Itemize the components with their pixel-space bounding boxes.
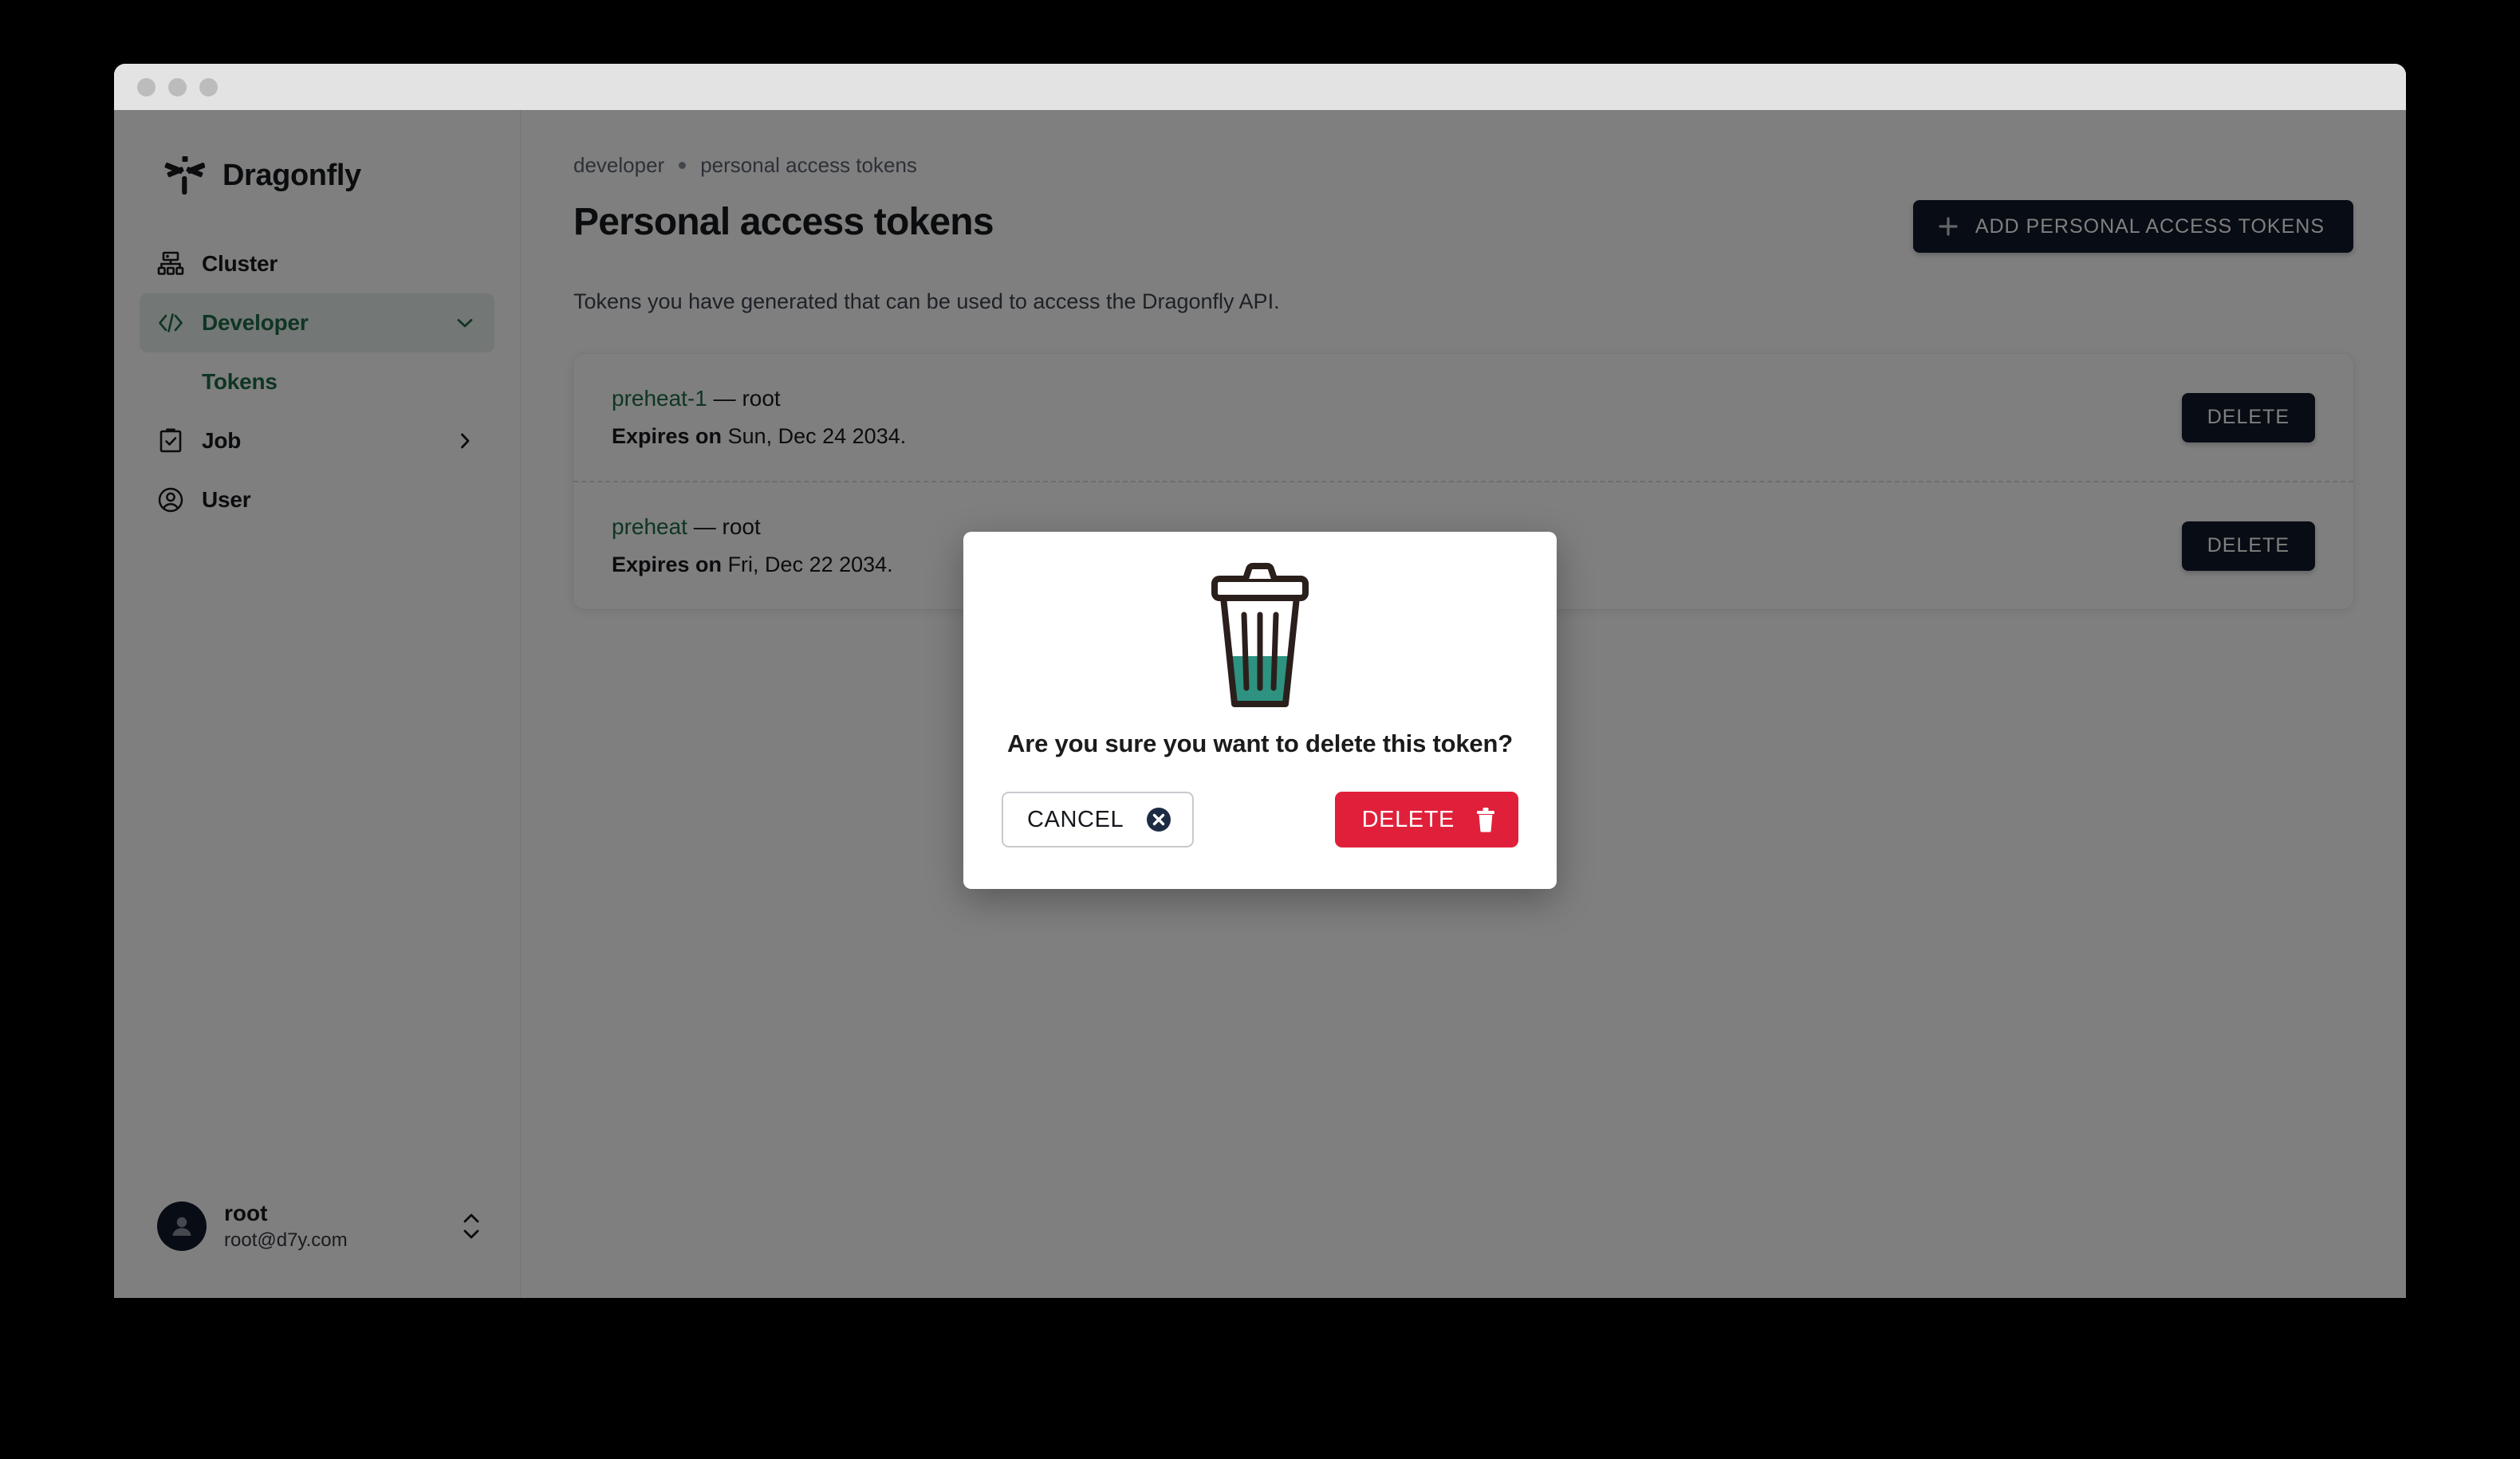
window-titlebar <box>114 64 2406 110</box>
confirm-delete-button[interactable]: DELETE <box>1334 792 1518 847</box>
confirm-delete-button-label: DELETE <box>1361 806 1455 832</box>
cancel-button[interactable]: CANCEL <box>1002 792 1195 847</box>
circle-x-icon <box>1147 808 1171 832</box>
minimize-window-button[interactable] <box>168 77 187 96</box>
delete-token-dialog: Are you sure you want to delete this tok… <box>963 532 1557 889</box>
cancel-button-label: CANCEL <box>1027 806 1124 832</box>
dialog-title: Are you sure you want to delete this tok… <box>1007 730 1513 757</box>
zoom-window-button[interactable] <box>199 77 218 96</box>
trash-icon <box>1477 808 1494 832</box>
dialog-actions: CANCEL DELETE <box>1002 792 1518 847</box>
close-window-button[interactable] <box>137 77 156 96</box>
trash-can-illustration-icon <box>1211 563 1309 707</box>
